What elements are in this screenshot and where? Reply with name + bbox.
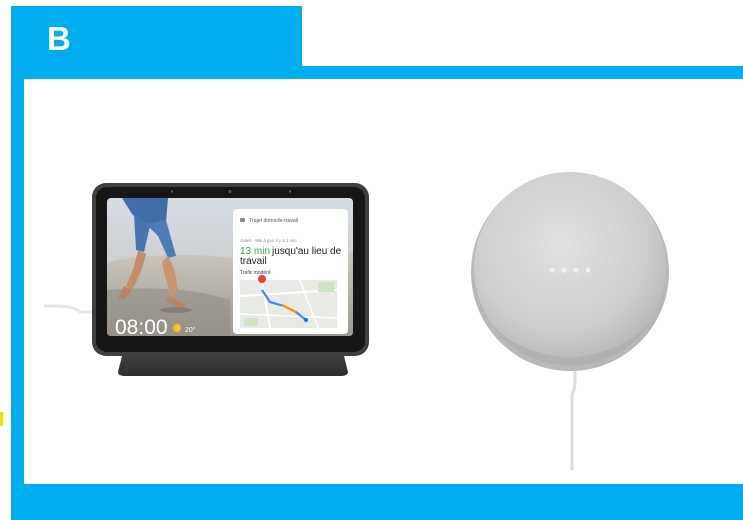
product-illustration: 08:00 20° Trajet domicile-travail Julien… <box>44 172 669 470</box>
speaker-cable <box>570 362 577 470</box>
weather-sun-icon <box>173 324 181 332</box>
route-map <box>239 275 338 329</box>
clock-text: 08:00 <box>115 316 168 339</box>
temperature-text: 20° <box>185 326 196 334</box>
car-icon <box>240 218 245 222</box>
smart-display: 08:00 20° Trajet domicile-travail Julien… <box>92 183 369 376</box>
destination-text: travail <box>240 256 267 267</box>
card-subtitle: Julien · Mis à jour il y a 1 min <box>240 238 297 243</box>
smart-speaker <box>471 172 669 371</box>
card-header: Trajet domicile-travail <box>249 218 298 224</box>
eta-suffix: jusqu'au lieu de <box>271 246 342 257</box>
commute-card: Trajet domicile-travail Julien · Mis à j… <box>233 209 348 334</box>
map-pin-icon <box>258 275 267 283</box>
hub-cable <box>44 304 96 314</box>
hub-screen: 08:00 20° Trajet domicile-travail Julien… <box>107 198 353 339</box>
traffic-text: Trafic modéré <box>240 270 271 276</box>
